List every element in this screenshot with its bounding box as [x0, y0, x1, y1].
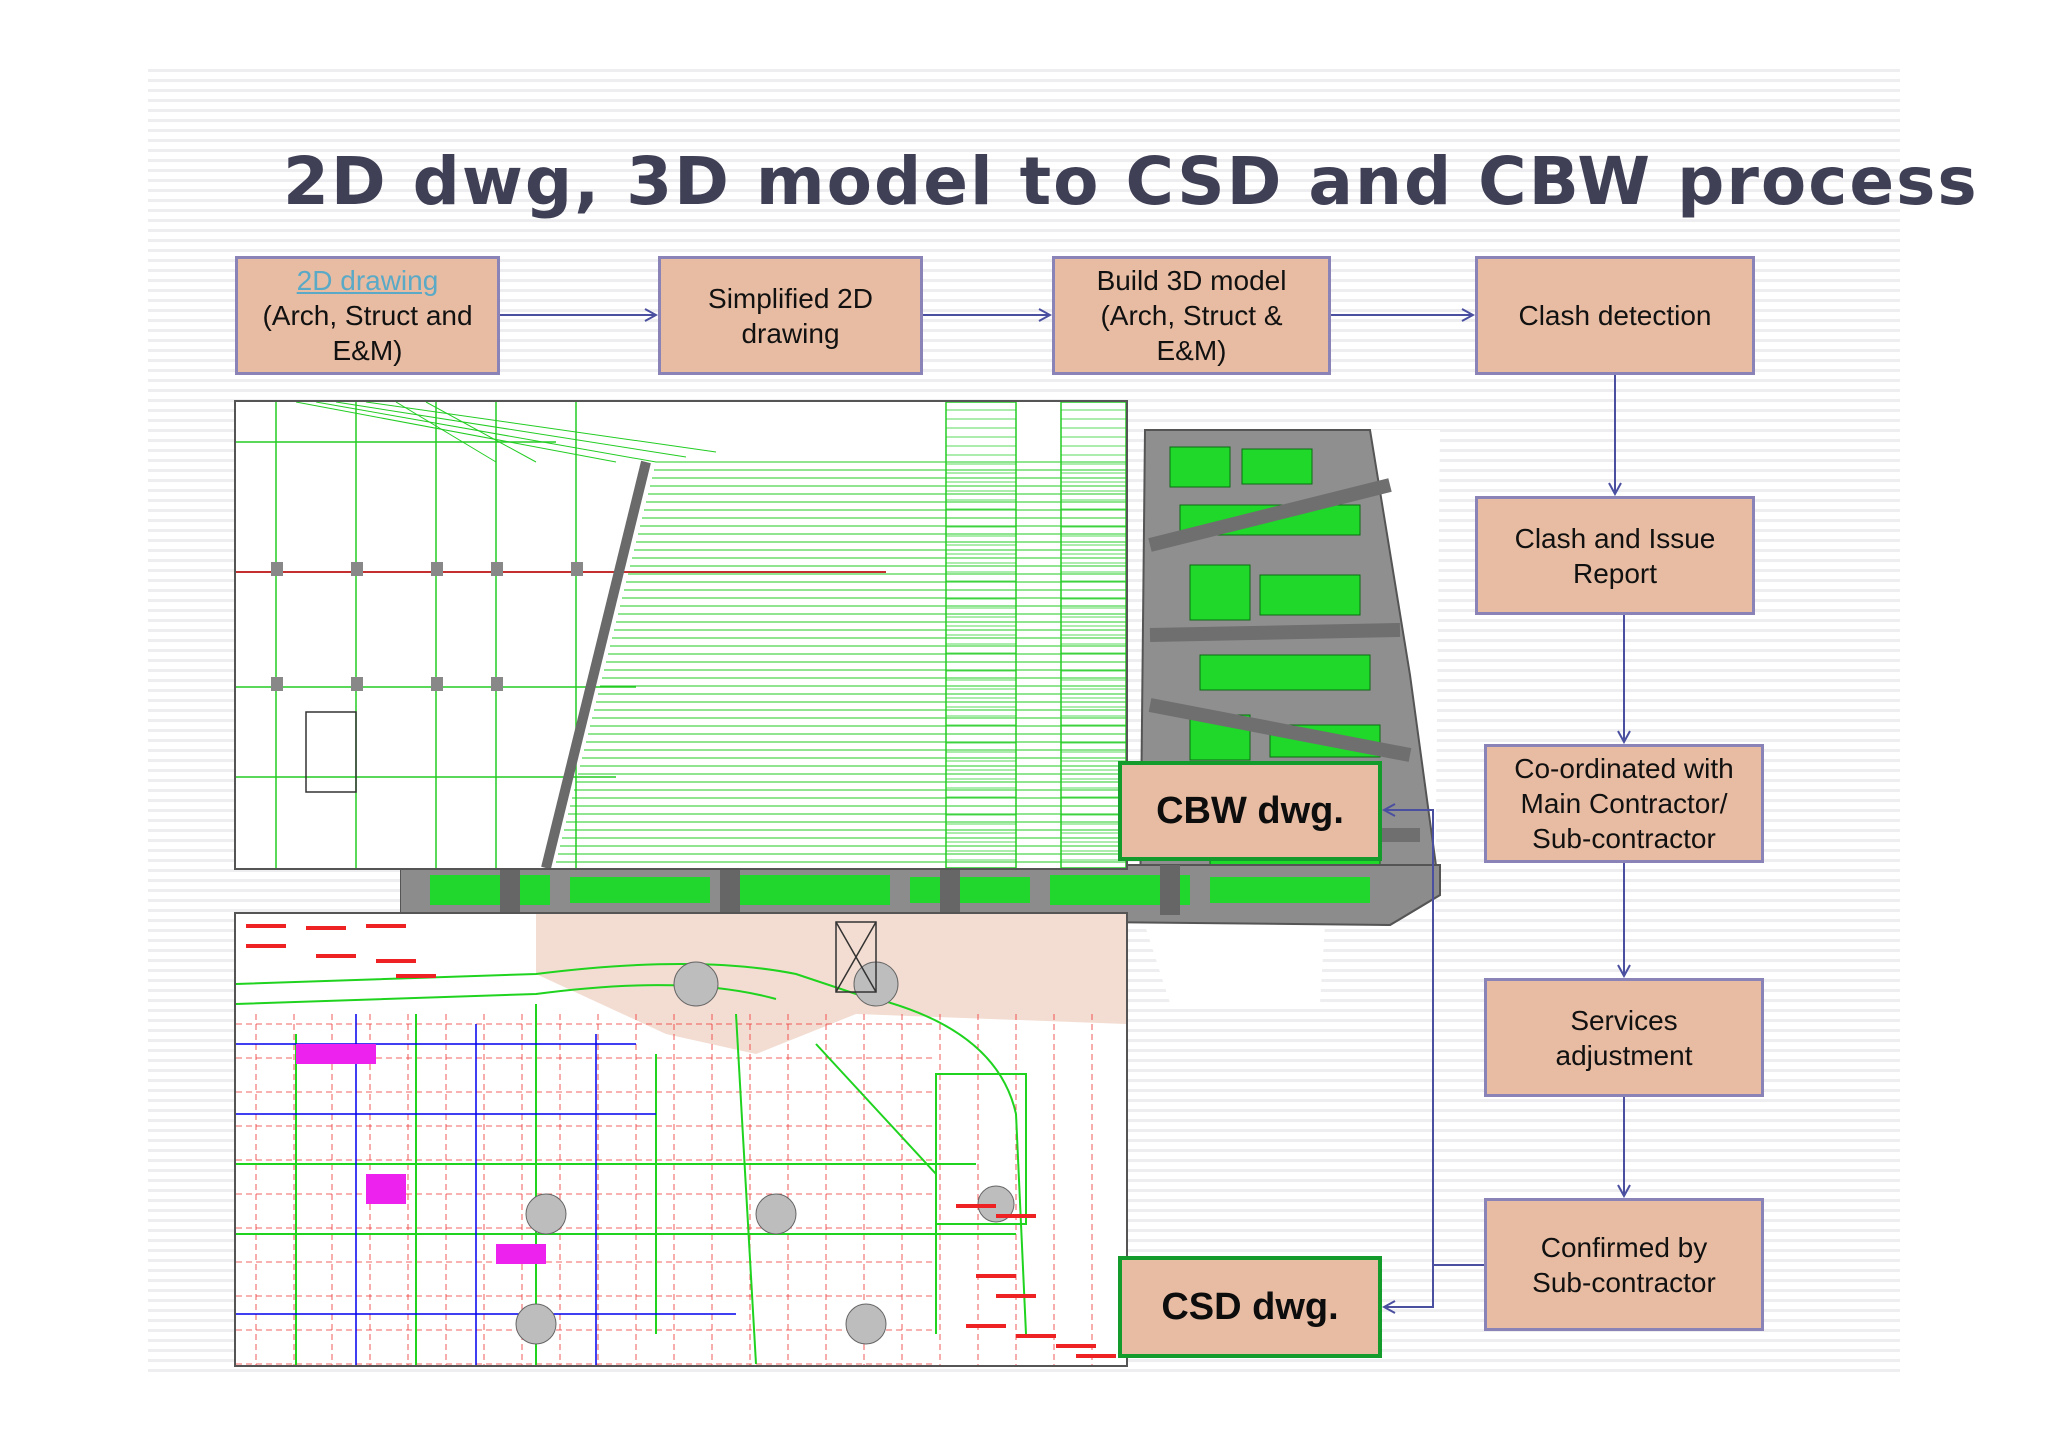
step-coordinated: Co-ordinated with Main Contractor/ Sub-c… [1484, 744, 1764, 863]
step-2d-drawing: 2D drawing (Arch, Struct and E&M) [235, 256, 500, 375]
cbw-dwg-text: CBW dwg. [1156, 789, 1344, 832]
2d-drawing-link[interactable]: 2D drawing [297, 263, 439, 298]
step-2d-drawing-line3: E&M) [332, 335, 403, 366]
step-services-line2: adjustment [1555, 1039, 1693, 1071]
step-clash-report-line2: Report [1572, 557, 1658, 589]
step-services-adjustment: Services adjustment [1484, 978, 1764, 1097]
step-clash-issue-report: Clash and Issue Report [1475, 496, 1755, 615]
step-simplified-2d: Simplified 2D drawing [658, 256, 923, 375]
step-clash-report-line1: Clash and Issue [1514, 522, 1716, 554]
cbw-dwg-label: CBW dwg. [1118, 761, 1382, 861]
step-build-3d-line1: Build 3D model [1096, 265, 1287, 296]
step-clash-detection: Clash detection [1475, 256, 1755, 375]
step-build-3d-model: Build 3D model (Arch, Struct & E&M) [1052, 256, 1331, 375]
step-simplified-2d-line2: drawing [741, 317, 840, 349]
step-clash-detection-line1: Clash detection [1518, 300, 1712, 331]
slide: 2D dwg, 3D model to CSD and CBW process … [0, 0, 2048, 1447]
step-confirmed: Confirmed by Sub-contractor [1484, 1198, 1764, 1331]
step-build-3d-line3: E&M) [1156, 335, 1227, 366]
step-confirmed-line1: Confirmed by [1540, 1231, 1708, 1263]
step-coordinated-line1: Co-ordinated with [1514, 753, 1734, 784]
cad-drawing-top [234, 400, 1128, 870]
csd-dwg-text: CSD dwg. [1161, 1285, 1339, 1328]
cad-drawing-bottom [234, 912, 1128, 1367]
slide-title: 2D dwg, 3D model to CSD and CBW process [283, 143, 1979, 220]
step-build-3d-line2: (Arch, Struct & [1100, 300, 1283, 331]
step-2d-drawing-line2: (Arch, Struct and [262, 300, 473, 331]
step-coordinated-line3: Sub-contractor [1532, 823, 1716, 854]
csd-dwg-label: CSD dwg. [1118, 1256, 1382, 1358]
step-confirmed-line2: Sub-contractor [1532, 1266, 1716, 1298]
step-coordinated-line2: Main Contractor/ [1520, 788, 1728, 819]
step-simplified-2d-line1: Simplified 2D [708, 282, 873, 314]
step-services-line1: Services [1570, 1004, 1678, 1036]
